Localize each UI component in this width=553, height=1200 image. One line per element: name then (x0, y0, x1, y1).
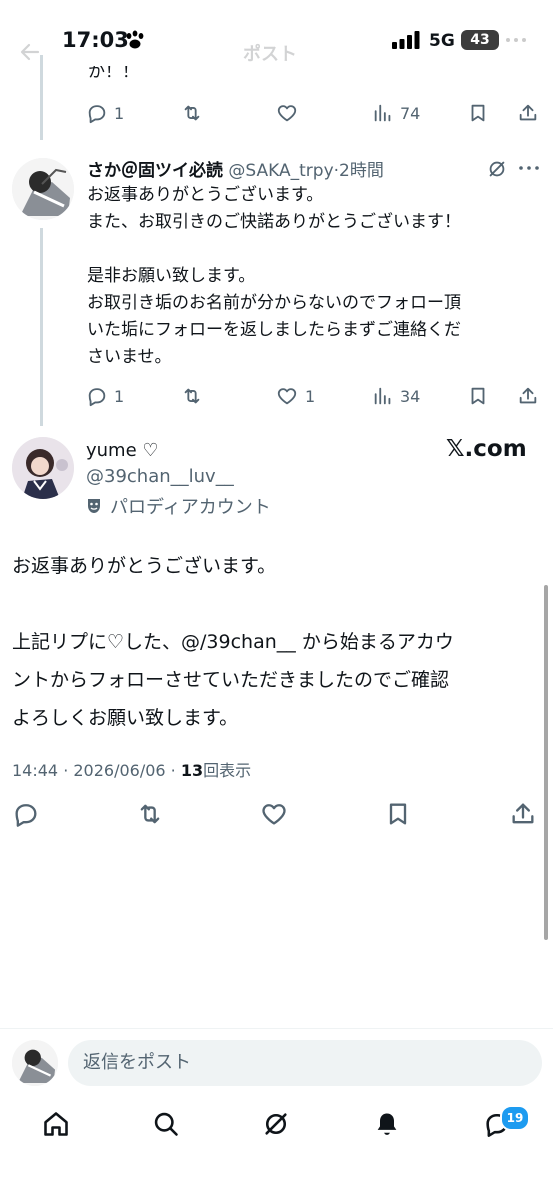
repost-icon (184, 105, 200, 121)
signal-icon (392, 31, 422, 49)
like-button[interactable] (259, 800, 289, 828)
clipped-post-text: か！！ (88, 66, 139, 80)
parody-label: パロディアカウント (110, 497, 271, 518)
views-button[interactable]: 74 (372, 102, 420, 124)
like-button[interactable]: 1 (275, 385, 315, 407)
reply-icon (15, 804, 37, 827)
avatar-yume[interactable] (12, 437, 74, 499)
share-icon (512, 803, 534, 824)
bookmark-button[interactable] (467, 385, 489, 407)
bookmark-button[interactable] (467, 102, 489, 124)
divider (0, 1028, 553, 1029)
reply-input[interactable]: 返信をポスト (68, 1040, 542, 1086)
main-display-name[interactable]: yume ♡ (86, 440, 159, 461)
back-arrow-icon[interactable] (18, 40, 42, 64)
notifications-icon[interactable] (373, 1110, 401, 1138)
reply-post-actions: 1 1 34 (0, 379, 553, 413)
main-post-actions (0, 800, 553, 830)
main-post-text: お返事ありがとうございます。 上記リプに♡した、@/39chan__ から始まる… (12, 555, 454, 729)
home-icon[interactable] (42, 1110, 70, 1138)
time-ago[interactable]: 2時間 (339, 161, 384, 181)
bottom-nav (0, 1100, 553, 1160)
search-icon[interactable] (152, 1110, 180, 1138)
messages-badge: 19 (500, 1105, 530, 1131)
heart-icon (277, 105, 297, 122)
reply-count: 1 (114, 103, 125, 123)
grok-icon[interactable] (486, 158, 508, 180)
reply-post-header: さか＠固ツイ必読 @SAKA_trpy·2時間 (87, 156, 384, 181)
views-count: 74 (400, 103, 421, 123)
xcom-brand: 𝕏.com (446, 436, 527, 462)
repost-button[interactable] (135, 800, 165, 828)
repost-icon (184, 388, 200, 404)
like-button[interactable] (275, 102, 299, 124)
views-count: 34 (400, 386, 421, 406)
post-timestamp: 14:44 · 2026/06/06 · (12, 761, 181, 780)
parody-label-row: パロディアカウント (86, 493, 271, 519)
reply-icon (88, 388, 106, 407)
scrollbar[interactable] (544, 585, 548, 940)
avatar-saka[interactable] (12, 158, 74, 220)
grok-nav-icon[interactable] (262, 1110, 290, 1138)
post-meta: 14:44 · 2026/06/06 · 13回表示 (12, 757, 251, 781)
view-suffix: 回表示 (203, 761, 252, 780)
bookmark-icon (389, 803, 407, 825)
view-count: 13 (180, 761, 204, 780)
heart-icon (277, 388, 297, 405)
display-name[interactable]: さか＠固ツイ必読 (87, 161, 223, 181)
share-icon (519, 387, 537, 404)
bookmark-icon (471, 104, 485, 122)
share-button[interactable] (517, 385, 539, 407)
top-nav-title: ポスト (243, 44, 297, 65)
more-icon-faded (505, 36, 527, 44)
handle[interactable]: @SAKA_trpy (228, 161, 333, 181)
reply-button[interactable]: 1 (86, 385, 124, 407)
reply-button[interactable] (12, 800, 40, 828)
network-label: 5G (429, 31, 455, 51)
avatar-self (12, 1040, 58, 1086)
mask-icon (88, 499, 100, 513)
views-icon (374, 387, 391, 405)
reply-icon (88, 105, 106, 124)
heart-icon (262, 804, 286, 825)
share-button[interactable] (509, 800, 537, 828)
reply-button[interactable]: 1 (86, 102, 124, 124)
main-handle[interactable]: @39chan__luv__ (86, 466, 234, 487)
battery-level: 43 (470, 32, 490, 48)
battery-icon: 43 (461, 30, 499, 50)
repost-icon (140, 804, 160, 824)
views-icon (374, 104, 391, 122)
share-button[interactable] (517, 102, 539, 124)
reply-count: 1 (114, 386, 125, 406)
more-icon[interactable] (518, 164, 540, 172)
share-icon (519, 104, 537, 121)
reply-placeholder: 返信をポスト (83, 1052, 191, 1073)
views-button[interactable]: 34 (372, 385, 420, 407)
bookmark-icon (471, 387, 485, 405)
repost-button[interactable] (180, 102, 204, 124)
clipped-post-actions: 1 74 (0, 96, 553, 130)
bookmark-button[interactable] (384, 800, 412, 828)
repost-button[interactable] (180, 385, 204, 407)
like-count: 1 (305, 386, 316, 406)
reply-post-text: お返事ありがとうございます。 また、お取引きのご快諾ありがとうございます！ 是非… (87, 185, 461, 367)
